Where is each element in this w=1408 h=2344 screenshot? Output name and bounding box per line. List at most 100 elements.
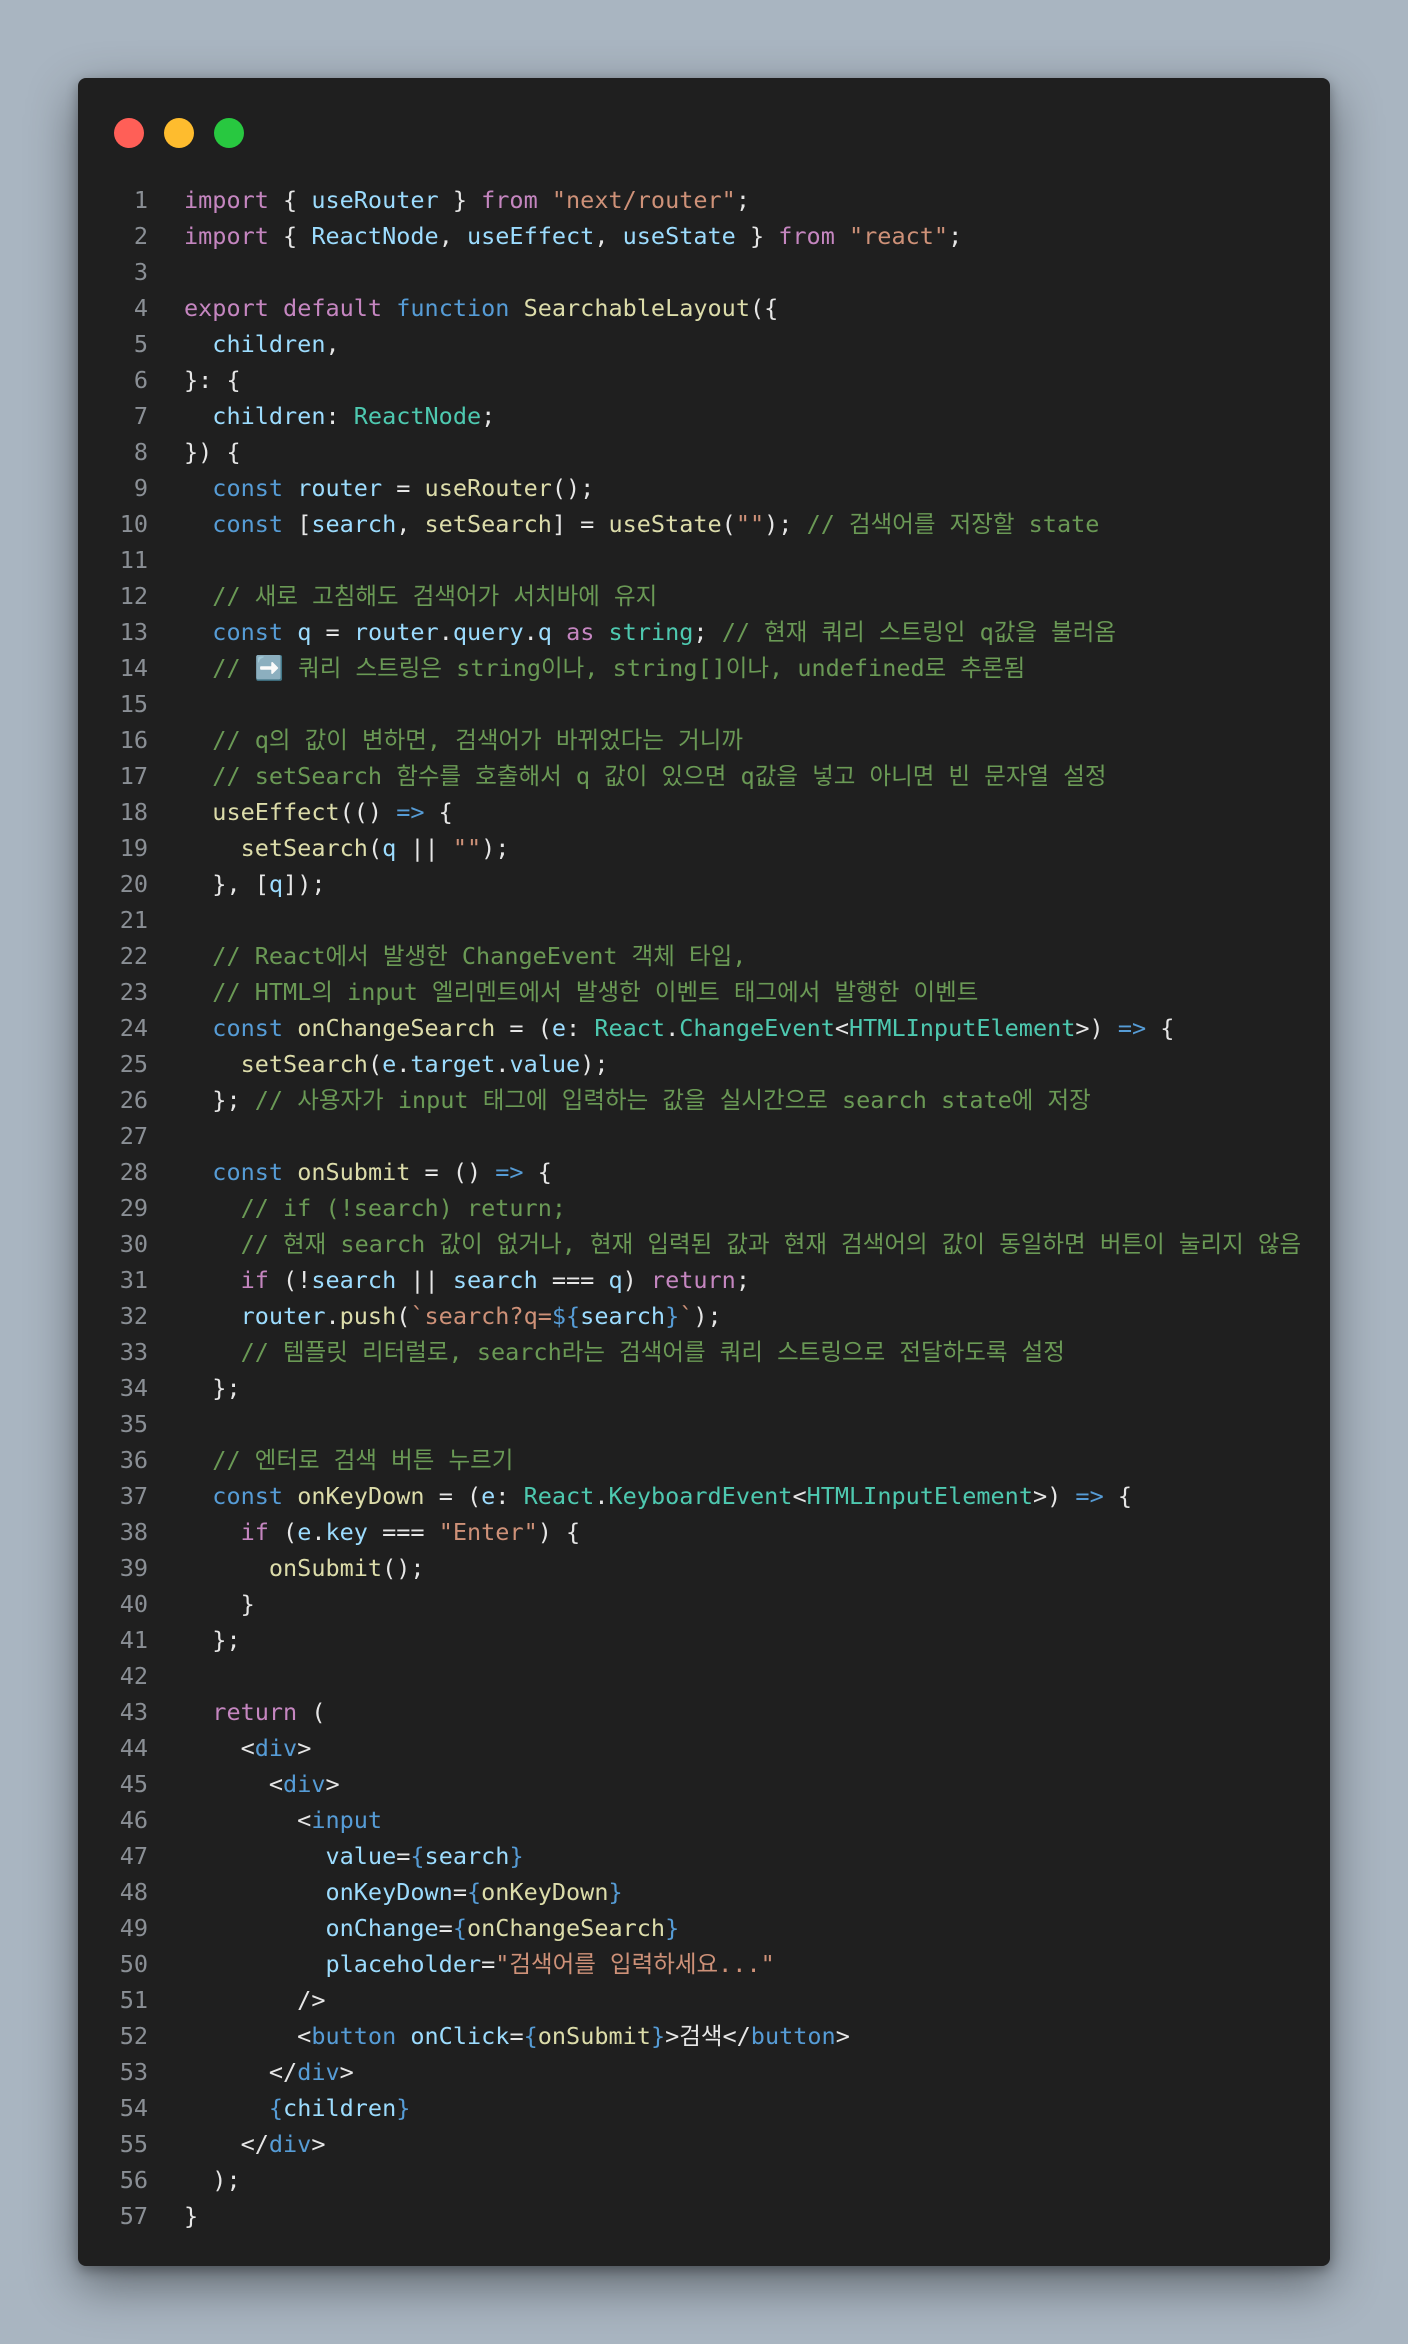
code-token: onKeyDown — [325, 1878, 453, 1906]
code-token: : — [325, 402, 354, 430]
code-token: { — [523, 1158, 552, 1186]
code-line: 33 // 템플릿 리터럴로, search라는 검색어를 쿼리 스트링으로 전… — [78, 1334, 1330, 1370]
code-token: }; — [184, 1086, 255, 1114]
code-token: import — [184, 222, 269, 250]
line-code: router.push(`search?q=${search}`); — [184, 1298, 722, 1334]
code-token: // 현재 쿼리 스트링인 q값을 불러옴 — [721, 618, 1116, 646]
code-token: || — [396, 834, 453, 862]
code-token: "검색어를 입력하세요..." — [495, 1950, 775, 1978]
line-code: if (e.key === "Enter") { — [184, 1514, 581, 1550]
code-token: ) — [622, 1266, 651, 1294]
code-token: > — [835, 2022, 850, 2050]
code-token: search — [311, 510, 397, 538]
line-code: if (!search || search === q) return; — [184, 1262, 750, 1298]
line-code: const onKeyDown = (e: React.KeyboardEven… — [184, 1478, 1132, 1514]
code-token: . — [311, 1518, 326, 1546]
line-code: // HTML의 input 엘리멘트에서 발생한 이벤트 태그에서 발행한 이… — [184, 974, 978, 1010]
code-token: , — [438, 222, 467, 250]
code-token: div — [268, 2130, 312, 2158]
code-token: </ — [184, 2058, 298, 2086]
line-code: setSearch(e.target.value); — [184, 1046, 609, 1082]
code-token: const — [212, 474, 284, 502]
line-code: children: ReactNode; — [184, 398, 495, 434]
code-token: useRouter — [424, 474, 552, 502]
code-token: "" — [452, 834, 482, 862]
code-token: { — [268, 186, 312, 214]
code-token: useState — [622, 222, 736, 250]
code-token: "Enter" — [438, 1518, 538, 1546]
code-line: 53 </div> — [78, 2054, 1330, 2090]
code-token: q — [382, 834, 397, 862]
code-line: 55 </div> — [78, 2126, 1330, 2162]
line-number: 18 — [119, 798, 148, 826]
code-line: 42 — [78, 1658, 1330, 1694]
line-code: </div> — [184, 2126, 326, 2162]
code-line: 22 // React에서 발생한 ChangeEvent 객체 타입, — [78, 938, 1330, 974]
code-token: setSearch — [424, 510, 552, 538]
code-token: } — [665, 1302, 680, 1330]
line-number: 3 — [133, 258, 148, 286]
code-token: </ — [184, 2130, 269, 2158]
zoom-button[interactable] — [214, 118, 244, 148]
line-code: // 엔터로 검색 버튼 누르기 — [184, 1442, 513, 1478]
code-token: || — [396, 1266, 453, 1294]
minimize-button[interactable] — [164, 118, 194, 148]
code-token: => — [1117, 1014, 1147, 1042]
code-token: div — [283, 1770, 326, 1798]
line-code: const q = router.query.q as string; // 현… — [184, 614, 1116, 650]
code-token: // 현재 search 값이 없거나, 현재 입력된 값과 현재 검색어의 값… — [240, 1230, 1302, 1258]
code-token: < — [184, 1806, 312, 1834]
code-token: onSubmit — [537, 2022, 651, 2050]
line-number: 52 — [119, 2022, 148, 2050]
code-line: 16 // q의 값이 변하면, 검색어가 바뀌었다는 거니까 — [78, 722, 1330, 758]
code-token: } — [650, 2022, 666, 2050]
code-line: 17 // setSearch 함수를 호출해서 q 값이 있으면 q값을 넣고… — [78, 758, 1330, 794]
line-code: }: { — [184, 362, 241, 398]
code-token: query — [452, 618, 524, 646]
code-line: 38 if (e.key === "Enter") { — [78, 1514, 1330, 1550]
code-token: { — [268, 222, 312, 250]
code-token: } — [184, 1590, 255, 1618]
code-token: < — [792, 1482, 807, 1510]
code-token: . — [594, 1482, 609, 1510]
code-token: // React에서 발생한 ChangeEvent 객체 타입, — [212, 942, 747, 970]
line-number: 38 — [119, 1518, 148, 1546]
close-button[interactable] — [114, 118, 144, 148]
code-window: 1 import { useRouter } from "next/router"… — [78, 78, 1330, 2266]
line-code: children, — [184, 326, 339, 362]
code-token: </ — [722, 2022, 751, 2050]
code-token: ); — [764, 510, 807, 538]
code-token: HTMLInputElement — [849, 1014, 1076, 1042]
code-token: button — [750, 2022, 836, 2050]
code-line: 49 onChange={onChangeSearch} — [78, 1910, 1330, 1946]
code-token: q — [268, 870, 284, 898]
code-token: ( — [268, 1518, 298, 1546]
line-code: setSearch(q || ""); — [184, 830, 510, 866]
code-token: return — [212, 1698, 298, 1726]
line-number: 42 — [119, 1662, 148, 1690]
line-code: const router = useRouter(); — [184, 470, 594, 506]
code-token: useRouter — [311, 186, 439, 214]
code-line: 24 const onChangeSearch = (e: React.Chan… — [78, 1010, 1330, 1046]
code-token: // HTML의 input 엘리멘트에서 발생한 이벤트 태그에서 발행한 이… — [212, 978, 979, 1006]
code-line: 32 router.push(`search?q=${search}`); — [78, 1298, 1330, 1334]
code-token: . — [665, 1014, 680, 1042]
code-line: 46 <input — [78, 1802, 1330, 1838]
code-line: 1 import { useRouter } from "next/router"… — [78, 182, 1330, 218]
line-code: ); — [184, 2162, 240, 2198]
code-token: // 엔터로 검색 버튼 누르기 — [212, 1446, 514, 1474]
code-line: 54 {children} — [78, 2090, 1330, 2126]
